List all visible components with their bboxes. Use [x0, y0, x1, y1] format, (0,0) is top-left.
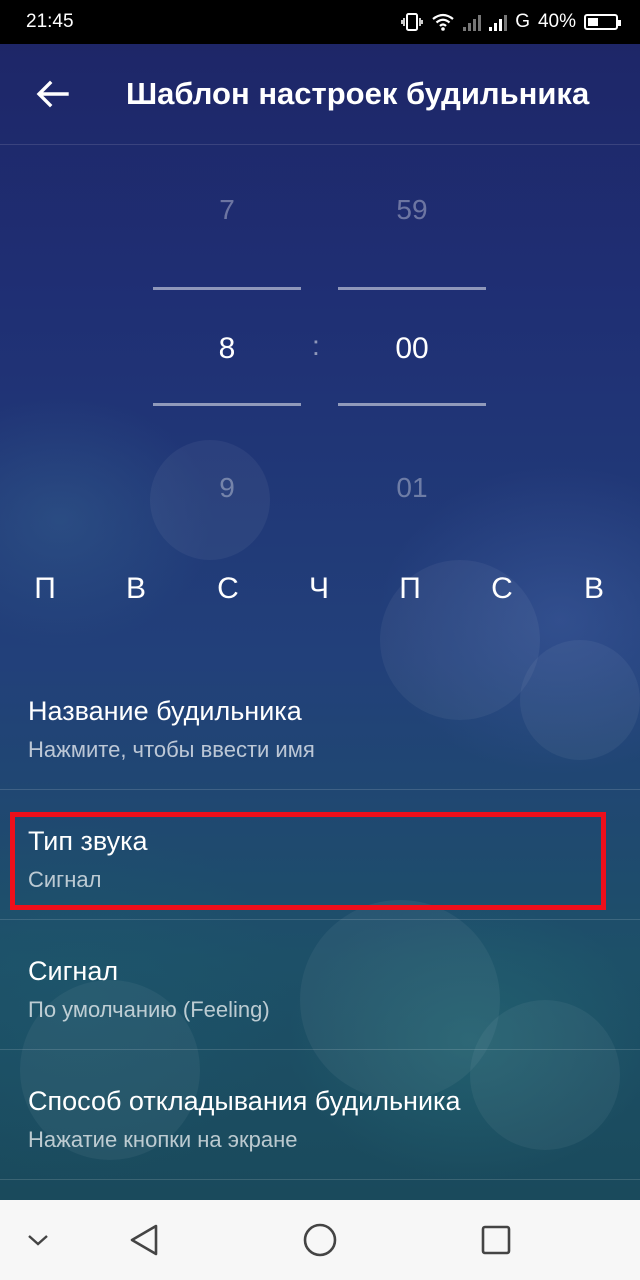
- status-time: 21:45: [26, 11, 74, 32]
- setting-title: Название будильника: [28, 696, 302, 726]
- chevron-down-icon: [28, 1235, 48, 1246]
- time-picker: 7 8 9 : 59 00 01: [0, 144, 640, 544]
- day-toggle-wed[interactable]: С: [208, 572, 248, 606]
- hour-divider-top: [153, 287, 301, 290]
- minute-divider-bottom: [338, 403, 486, 406]
- nav-back-button[interactable]: [118, 1214, 170, 1266]
- setting-ringtone[interactable]: Сигнал По умолчанию (Feeling): [0, 920, 640, 1050]
- day-toggle-sat[interactable]: С: [482, 572, 522, 606]
- page-title: Шаблон настроек будильника: [126, 76, 590, 111]
- setting-snooze-method[interactable]: Способ откладывания будильника Нажатие к…: [0, 1050, 640, 1180]
- arrow-left-icon: [36, 80, 69, 108]
- hour-next[interactable]: 9: [153, 472, 301, 504]
- signal-icon: [463, 13, 482, 31]
- back-triangle-icon: [130, 1224, 158, 1256]
- day-toggle-mon[interactable]: П: [25, 572, 65, 606]
- hide-nav-button[interactable]: [18, 1220, 58, 1260]
- app-bar: Шаблон настроек будильника: [0, 44, 640, 145]
- hour-selected[interactable]: 8: [153, 332, 301, 366]
- nav-recents-button[interactable]: [470, 1214, 522, 1266]
- setting-subtitle: Нажатие кнопки на экране: [28, 1127, 298, 1152]
- day-toggle-sun[interactable]: В: [574, 572, 614, 606]
- home-circle-icon: [303, 1223, 337, 1257]
- wifi-icon: [432, 13, 454, 31]
- time-separator: :: [312, 330, 320, 361]
- day-toggle-thu[interactable]: Ч: [299, 572, 339, 606]
- day-toggle-tue[interactable]: В: [116, 572, 156, 606]
- day-toggle-fri[interactable]: П: [390, 572, 430, 606]
- navigation-bar: [0, 1200, 640, 1280]
- highlight-box: [10, 812, 606, 910]
- vibrate-icon: [401, 13, 423, 31]
- minute-next[interactable]: 01: [338, 472, 486, 504]
- setting-subtitle: Нажмите, чтобы ввести имя: [28, 737, 315, 762]
- settings-list: Название будильника Нажмите, чтобы ввест…: [0, 660, 640, 1180]
- signal-icon: [489, 13, 508, 31]
- setting-title: Способ откладывания будильника: [28, 1086, 461, 1116]
- hour-divider-bottom: [153, 403, 301, 406]
- setting-title: Сигнал: [28, 956, 119, 986]
- setting-subtitle: По умолчанию (Feeling): [28, 997, 270, 1022]
- status-bar: 21:45 G 40%: [0, 0, 640, 44]
- nav-home-button[interactable]: [294, 1214, 346, 1266]
- network-type: G: [515, 11, 530, 32]
- minute-selected[interactable]: 00: [338, 332, 486, 366]
- recents-square-icon: [481, 1225, 511, 1255]
- battery-icon: [584, 14, 621, 30]
- minute-divider-top: [338, 287, 486, 290]
- hour-prev[interactable]: 7: [153, 194, 301, 226]
- setting-alarm-name[interactable]: Название будильника Нажмите, чтобы ввест…: [0, 660, 640, 790]
- weekday-selector: П В С Ч П С В: [0, 572, 640, 612]
- minute-prev[interactable]: 59: [338, 194, 486, 226]
- back-button[interactable]: [20, 62, 84, 126]
- battery-percent: 40%: [537, 11, 576, 32]
